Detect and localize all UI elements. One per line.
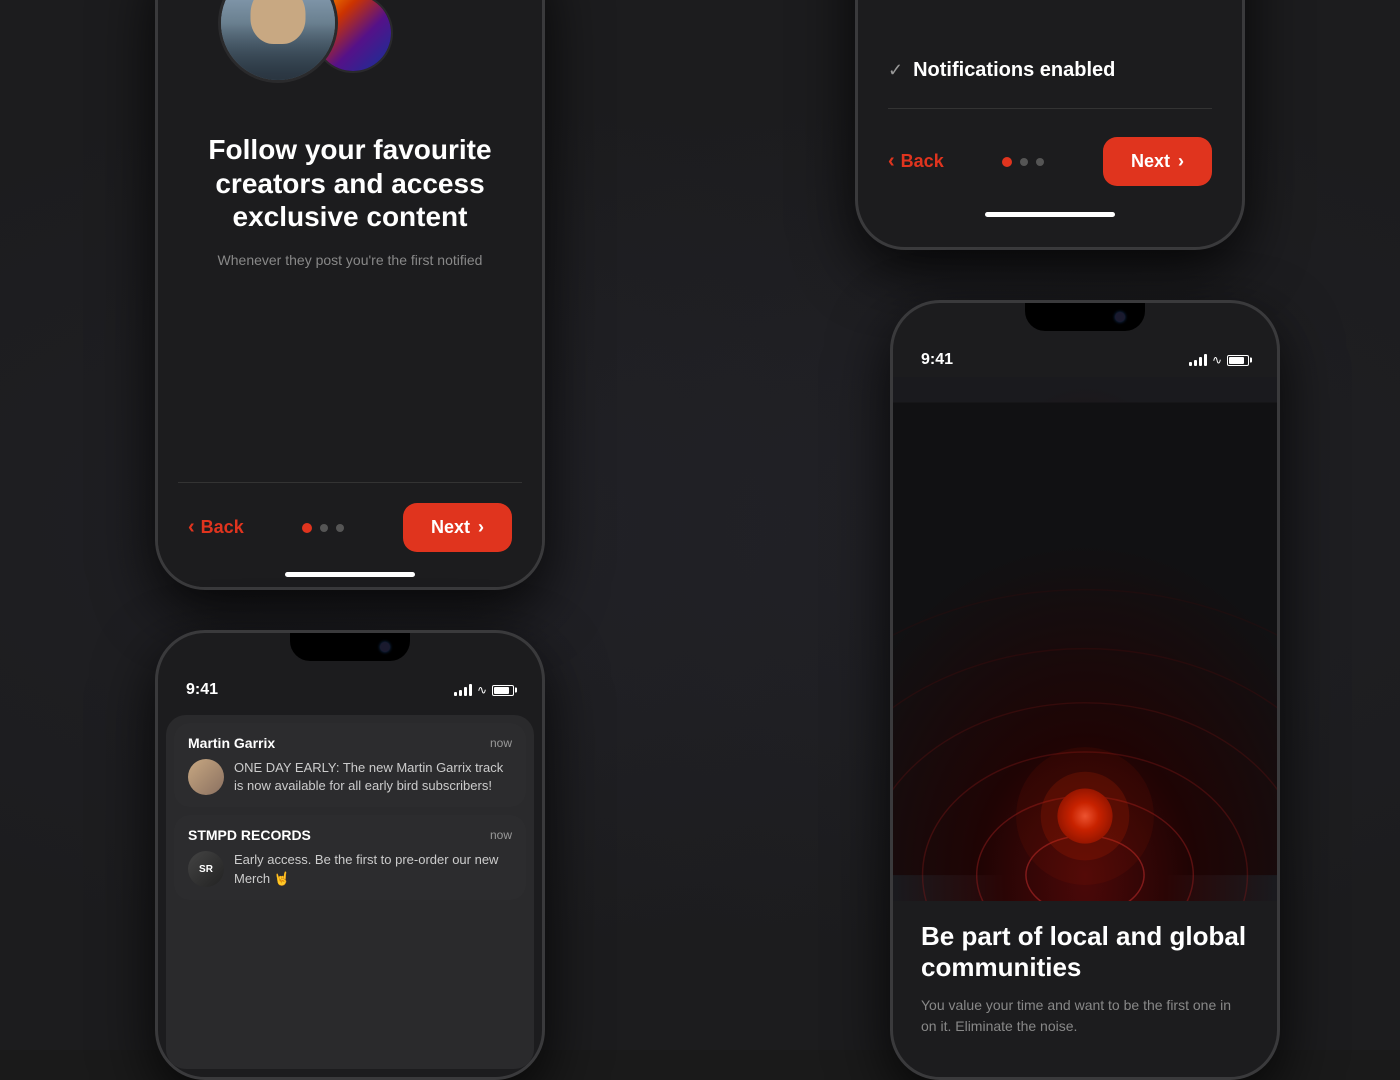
back-chevron-icon: ‹	[188, 516, 195, 539]
notifications-list-bg: Martin Garrix now ONE DAY EARLY: The new…	[166, 715, 534, 1069]
next-chevron-icon: ›	[478, 517, 484, 538]
notif-time-2: now	[490, 828, 512, 842]
next-chevron-icon-right: ›	[1178, 151, 1184, 172]
sub-text: Whenever they post you're the first noti…	[188, 250, 512, 271]
main-title: Follow your favourite creators and acces…	[188, 133, 512, 234]
notif-header-2: STMPD RECORDS now	[188, 827, 512, 843]
avatar-row	[158, 0, 542, 103]
notifications-section: ✓ Notifications enabled ‹ Back Ne	[858, 39, 1242, 247]
notifications-enabled-text: Notifications enabled	[913, 59, 1115, 82]
dot-r2	[1020, 158, 1028, 166]
avatar-main	[218, 0, 338, 83]
phone-content: Follow your favourite creators and acces…	[158, 133, 542, 462]
wifi-icon-br: ∿	[1212, 353, 1222, 367]
phone-top-left: Follow your favourite creators and acces…	[155, 0, 545, 590]
home-indicator-right	[985, 212, 1115, 217]
dot-2	[320, 524, 328, 532]
next-button-right[interactable]: Next ›	[1103, 137, 1212, 186]
status-time-br: 9:41	[921, 351, 953, 369]
status-bar-br: 9:41 ∿	[893, 335, 1277, 377]
page: Follow your favourite creators and acces…	[0, 0, 1400, 1050]
notifications-enabled: ✓ Notifications enabled	[888, 59, 1212, 98]
status-bar-bottom-left: 9:41 ∿	[158, 665, 542, 707]
dot-1	[302, 523, 312, 533]
status-icons-br: ∿	[1189, 353, 1249, 367]
notif-app-name-2: STMPD RECORDS	[188, 827, 311, 843]
wifi-icon: ∿	[477, 683, 487, 697]
back-label: Back	[201, 517, 244, 538]
pagination-dots	[302, 523, 344, 533]
notif-app-name-1: Martin Garrix	[188, 735, 275, 751]
dot-r3	[1036, 158, 1044, 166]
communities-title: Be part of local and global communities	[921, 921, 1249, 983]
battery-icon	[492, 685, 514, 696]
signal-icon-br	[1189, 354, 1207, 366]
phone-top-right: ✓ Notifications enabled ‹ Back Ne	[855, 0, 1245, 250]
bottom-nav-right: ‹ Back Next ›	[888, 129, 1212, 202]
avatar-face	[221, 0, 335, 80]
camera-dot	[380, 642, 390, 652]
back-button[interactable]: ‹ Back	[188, 516, 244, 539]
next-button[interactable]: Next ›	[403, 503, 512, 552]
back-label-right: Back	[901, 151, 944, 172]
pagination-dots-right	[1002, 157, 1044, 167]
back-chevron-icon-right: ‹	[888, 150, 895, 173]
home-indicator	[285, 572, 415, 577]
notif-avatar-1	[188, 759, 224, 795]
notif-header-1: Martin Garrix now	[188, 735, 512, 751]
back-button-right[interactable]: ‹ Back	[888, 150, 944, 173]
camera-notch	[290, 633, 410, 661]
next-label-right: Next	[1131, 151, 1170, 172]
notif-body-2: SR Early access. Be the first to pre-ord…	[188, 851, 512, 887]
communities-subtitle: You value your time and want to be the f…	[921, 995, 1249, 1037]
bottom-nav: ‹ Back Next ›	[158, 483, 542, 572]
notif-avatar-2: SR	[188, 851, 224, 887]
communities-text: Be part of local and global communities …	[893, 901, 1277, 1047]
rings-svg	[893, 377, 1277, 901]
dot-r1	[1002, 157, 1012, 167]
status-icons: ∿	[454, 683, 514, 697]
phone-bottom-left: 9:41 ∿	[155, 630, 545, 1080]
notif-time-1: now	[490, 736, 512, 750]
communities-visual	[893, 377, 1277, 901]
next-label: Next	[431, 517, 470, 538]
status-time: 9:41	[186, 681, 218, 699]
signal-icon	[454, 684, 472, 696]
notification-card-2: STMPD RECORDS now SR Early access. Be th…	[174, 815, 526, 899]
notif-body-1: ONE DAY EARLY: The new Martin Garrix tra…	[188, 759, 512, 795]
notification-card-1: Martin Garrix now ONE DAY EARLY: The new…	[174, 723, 526, 807]
notif-message-2: Early access. Be the first to pre-order …	[234, 851, 512, 887]
camera-notch-br	[1025, 303, 1145, 331]
notification-divider	[888, 108, 1212, 109]
notif-message-1: ONE DAY EARLY: The new Martin Garrix tra…	[234, 759, 512, 795]
dot-3	[336, 524, 344, 532]
check-icon: ✓	[888, 60, 903, 81]
camera-dot-br	[1115, 312, 1125, 322]
phone-bottom-right: 9:41 ∿	[890, 300, 1280, 1080]
battery-icon-br	[1227, 355, 1249, 366]
